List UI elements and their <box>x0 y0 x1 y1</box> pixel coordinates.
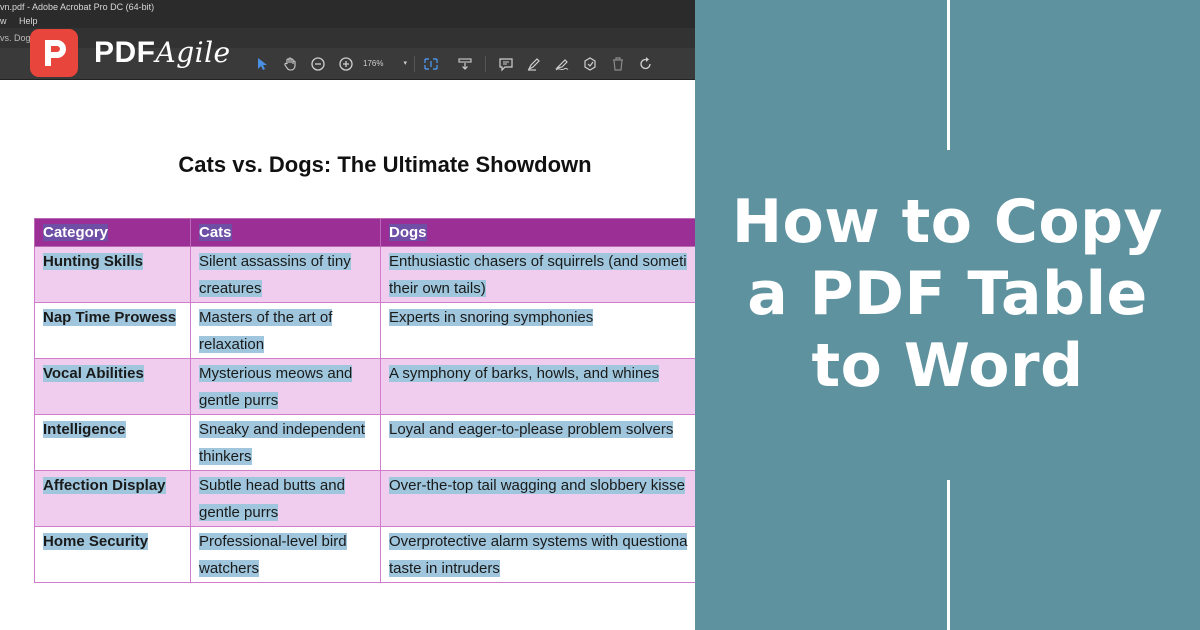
headline-line-1: How to Copy <box>731 187 1164 257</box>
divider-line-top <box>947 0 950 150</box>
table-cell[interactable]: Over-the-top tail wagging and slobbery k… <box>380 470 695 527</box>
table-cell[interactable]: A symphony of barks, howls, and whines <box>380 358 695 415</box>
zoom-in-icon[interactable] <box>337 55 355 73</box>
logo-wordmark: PDFAgile <box>94 36 231 70</box>
pdf-agile-logo: PDFAgile <box>30 29 231 77</box>
header-cats[interactable]: Cats <box>190 218 381 247</box>
menu-item-view[interactable]: w <box>0 16 7 26</box>
table-header-row: Category Cats Dogs <box>34 218 695 247</box>
table-cell[interactable]: Vocal Abilities <box>34 358 191 415</box>
table-cell[interactable]: Experts in snoring symphonies <box>380 302 695 359</box>
delete-icon[interactable] <box>609 55 627 73</box>
zoom-value: 176% <box>363 59 384 68</box>
table-row: Intelligence Sneaky and independent thin… <box>34 414 695 471</box>
headline-panel: How to Copy a PDF Table to Word <box>695 0 1200 630</box>
table-row: Hunting Skills Silent assassins of tiny … <box>34 246 695 303</box>
table-cell[interactable]: Professional-level bird watchers <box>190 526 381 583</box>
stamp-icon[interactable] <box>581 55 599 73</box>
chevron-down-icon: ▾ <box>403 60 407 67</box>
table-cell[interactable]: Masters of the art of relaxation <box>190 302 381 359</box>
table-cell[interactable]: Nap Time Prowess <box>34 302 191 359</box>
divider-line-bottom <box>947 480 950 630</box>
table-cell[interactable]: Loyal and eager-to-please problem solver… <box>380 414 695 471</box>
table-cell[interactable]: Silent assassins of tiny creatures <box>190 246 381 303</box>
table-cell[interactable]: Sneaky and independent thinkers <box>190 414 381 471</box>
headline: How to Copy a PDF Table to Word <box>695 186 1200 402</box>
header-category[interactable]: Category <box>34 218 191 247</box>
table-row: Affection Display Subtle head butts and … <box>34 470 695 527</box>
table-row: Nap Time Prowess Masters of the art of r… <box>34 302 695 359</box>
comparison-table: Category Cats Dogs Hunting Skills Silent… <box>34 218 695 583</box>
window-title: vn.pdf - Adobe Acrobat Pro DC (64-bit) <box>0 2 155 12</box>
table-row: Home Security Professional-level bird wa… <box>34 526 695 583</box>
hand-icon[interactable] <box>281 55 299 73</box>
zoom-out-icon[interactable] <box>309 55 327 73</box>
comment-icon[interactable] <box>497 55 515 73</box>
rotate-icon[interactable] <box>637 55 655 73</box>
sign-icon[interactable] <box>553 55 571 73</box>
window-title-bar: vn.pdf - Adobe Acrobat Pro DC (64-bit) <box>0 0 695 14</box>
logo-badge-icon <box>30 29 78 77</box>
table-cell[interactable]: Enthusiastic chasers of squirrels (and s… <box>380 246 695 303</box>
toolbar-divider <box>485 56 486 72</box>
headline-line-3: to Word <box>811 331 1084 401</box>
headline-line-2: a PDF Table <box>747 259 1148 329</box>
document-title: Cats vs. Dogs: The Ultimate Showdown <box>178 152 592 177</box>
table-cell[interactable]: Overprotective alarm systems with questi… <box>380 526 695 583</box>
table-cell[interactable]: Affection Display <box>34 470 191 527</box>
logo-agile: Agile <box>155 36 231 69</box>
table-cell[interactable]: Home Security <box>34 526 191 583</box>
fit-page-icon[interactable] <box>422 55 440 73</box>
menu-item-help[interactable]: Help <box>19 16 38 26</box>
acrobat-screenshot: vn.pdf - Adobe Acrobat Pro DC (64-bit) w… <box>0 0 695 630</box>
highlight-icon[interactable] <box>525 55 543 73</box>
table-cell[interactable]: Subtle head butts and gentle purrs <box>190 470 381 527</box>
scroll-mode-icon[interactable] <box>456 55 474 73</box>
toolbar-divider <box>414 56 415 72</box>
zoom-select[interactable]: 176% ▾ <box>363 57 409 71</box>
pointer-icon[interactable] <box>253 55 271 73</box>
table-cell[interactable]: Intelligence <box>34 414 191 471</box>
table-row: Vocal Abilities Mysterious meows and gen… <box>34 358 695 415</box>
table-cell[interactable]: Mysterious meows and gentle purrs <box>190 358 381 415</box>
header-dogs[interactable]: Dogs <box>380 218 695 247</box>
table-cell[interactable]: Hunting Skills <box>34 246 191 303</box>
logo-pdf: PDF <box>94 36 156 69</box>
menu-bar: w Help <box>0 14 695 28</box>
